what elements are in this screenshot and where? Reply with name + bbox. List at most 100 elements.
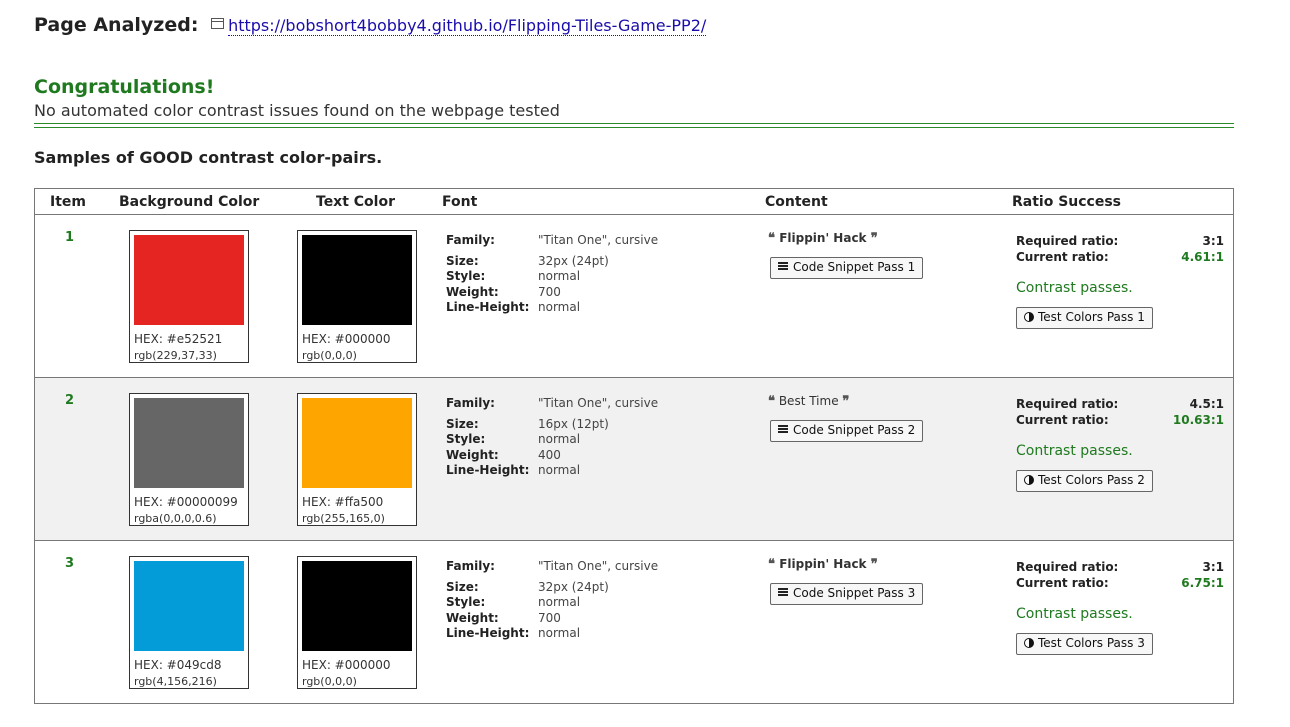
font-style-value: normal: [538, 595, 581, 609]
font-family-value: "Titan One", cursive: [538, 559, 659, 573]
background-hex: HEX: #00000099: [134, 495, 238, 509]
required-ratio-label: Required ratio:: [1016, 234, 1119, 248]
test-colors-label: Test Colors Pass 2: [1038, 473, 1145, 487]
text-rgb: rgb(255,165,0): [302, 512, 385, 525]
text-rgb: rgb(0,0,0): [302, 349, 357, 362]
required-ratio-label: Required ratio:: [1016, 397, 1119, 411]
content-sample: ❝ Flippin' Hack ❞ Code Snippet Pass 1: [768, 231, 924, 279]
test-colors-button[interactable]: Test Colors Pass 1: [1016, 307, 1153, 329]
background-hex: HEX: #049cd8: [134, 658, 222, 672]
required-ratio-value: 3:1: [1202, 560, 1225, 574]
font-family-value: "Titan One", cursive: [538, 233, 659, 247]
text-hex: HEX: #ffa500: [302, 495, 384, 509]
test-colors-button[interactable]: Test Colors Pass 2: [1016, 470, 1153, 492]
font-family-label: Family:: [446, 233, 495, 247]
current-ratio-value: 10.63:1: [1172, 413, 1224, 427]
font-family-label: Family:: [446, 559, 495, 573]
divider: [34, 123, 1234, 128]
external-link-icon: [211, 18, 225, 29]
analyzed-url-link[interactable]: https://bobshort4bobby4.github.io/Flippi…: [228, 16, 707, 36]
table-row: 1 HEX: #e52521 rgb(229,37,33) HEX: #0000…: [35, 215, 1233, 378]
column-header-ratio-success: Ratio Success: [1012, 194, 1122, 210]
open-quote-icon: ❝: [768, 557, 775, 572]
font-weight-label: Weight:: [446, 448, 499, 462]
font-style-value: normal: [538, 269, 581, 283]
content-value: Best Time: [778, 394, 839, 408]
background-color-sample: HEX: #049cd8 rgb(4,156,216): [129, 556, 249, 689]
required-ratio-value: 4.5:1: [1189, 397, 1224, 411]
font-weight-value: 700: [538, 611, 561, 625]
font-style-label: Style:: [446, 432, 486, 446]
test-colors-label: Test Colors Pass 3: [1038, 636, 1145, 650]
content-sample: ❝ Flippin' Hack ❞ Code Snippet Pass 3: [768, 557, 924, 605]
align-left-icon: [778, 262, 788, 270]
background-rgb: rgba(0,0,0,0.6): [134, 512, 217, 525]
font-size-value: 32px (24pt): [538, 254, 609, 268]
align-left-icon: [778, 588, 788, 596]
font-family-value: "Titan One", cursive: [538, 396, 659, 410]
column-header-item: Item: [50, 194, 86, 210]
font-weight-label: Weight:: [446, 285, 499, 299]
contrast-icon: [1024, 638, 1034, 648]
text-color-sample: HEX: #ffa500 rgb(255,165,0): [297, 393, 417, 526]
align-left-icon: [778, 425, 788, 433]
font-size-value: 32px (24pt): [538, 580, 609, 594]
code-snippet-button[interactable]: Code Snippet Pass 3: [770, 583, 924, 605]
line-height-value: normal: [538, 463, 581, 477]
content-value: Flippin' Hack: [779, 557, 867, 571]
line-height-value: normal: [538, 300, 581, 314]
item-number: 3: [65, 556, 75, 571]
column-header-font: Font: [442, 194, 478, 210]
text-rgb: rgb(0,0,0): [302, 675, 357, 688]
page-analyzed-header: Page Analyzed: https://bobshort4bobby4.g…: [34, 14, 707, 36]
text-swatch: [302, 561, 412, 651]
font-weight-value: 700: [538, 285, 561, 299]
samples-title: Samples of GOOD contrast color-pairs.: [34, 148, 383, 167]
close-quote-icon: ❞: [870, 557, 878, 572]
content-text: ❝ Best Time ❞: [768, 394, 849, 409]
current-ratio-label: Current ratio:: [1016, 250, 1109, 264]
contrast-icon: [1024, 475, 1034, 485]
text-hex: HEX: #000000: [302, 332, 391, 346]
background-color-sample: HEX: #00000099 rgba(0,0,0,0.6): [129, 393, 249, 526]
line-height-label: Line-Height:: [446, 626, 530, 640]
page-analyzed-label: Page Analyzed:: [34, 14, 199, 36]
column-header-content: Content: [765, 194, 828, 210]
font-weight-value: 400: [538, 448, 561, 462]
text-hex: HEX: #000000: [302, 658, 391, 672]
background-swatch: [134, 398, 244, 488]
test-colors-label: Test Colors Pass 1: [1038, 310, 1145, 324]
code-snippet-label: Code Snippet Pass 3: [793, 586, 916, 600]
content-sample: ❝ Best Time ❞ Code Snippet Pass 2: [768, 394, 924, 442]
code-snippet-label: Code Snippet Pass 1: [793, 260, 916, 274]
background-color-sample: HEX: #e52521 rgb(229,37,33): [129, 230, 249, 363]
content-text: ❝ Flippin' Hack ❞: [768, 231, 878, 246]
font-style-label: Style:: [446, 269, 486, 283]
content-value: Flippin' Hack: [779, 231, 867, 245]
font-weight-label: Weight:: [446, 611, 499, 625]
current-ratio-value: 6.75:1: [1181, 576, 1224, 590]
contrast-status: Contrast passes.: [1016, 443, 1133, 459]
open-quote-icon: ❝: [768, 394, 775, 409]
code-snippet-button[interactable]: Code Snippet Pass 2: [770, 420, 924, 442]
line-height-label: Line-Height:: [446, 300, 530, 314]
color-pairs-table: Item Background Color Text Color Font Co…: [34, 188, 1234, 704]
code-snippet-button[interactable]: Code Snippet Pass 1: [770, 257, 924, 279]
table-header: Item Background Color Text Color Font Co…: [35, 189, 1233, 215]
contrast-status: Contrast passes.: [1016, 606, 1133, 622]
column-header-background-color: Background Color: [119, 194, 260, 210]
code-snippet-label: Code Snippet Pass 2: [793, 423, 916, 437]
background-swatch: [134, 561, 244, 651]
current-ratio-label: Current ratio:: [1016, 576, 1109, 590]
congratulations-heading: Congratulations!: [34, 76, 215, 98]
background-swatch: [134, 235, 244, 325]
font-family-label: Family:: [446, 396, 495, 410]
table-row: 2 HEX: #00000099 rgba(0,0,0,0.6) HEX: #f…: [35, 378, 1233, 541]
column-header-text-color: Text Color: [316, 194, 395, 210]
test-colors-button[interactable]: Test Colors Pass 3: [1016, 633, 1153, 655]
content-text: ❝ Flippin' Hack ❞: [768, 557, 878, 572]
font-style-label: Style:: [446, 595, 486, 609]
font-size-label: Size:: [446, 417, 479, 431]
required-ratio-label: Required ratio:: [1016, 560, 1119, 574]
item-number: 1: [65, 230, 75, 245]
